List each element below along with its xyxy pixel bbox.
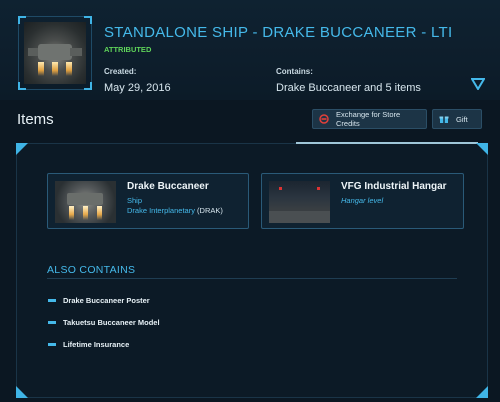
bullet-icon (48, 343, 56, 346)
list-item-label: Drake Buccaneer Poster (63, 296, 150, 305)
pledge-title: STANDALONE SHIP - DRAKE BUCCANEER - LTI (104, 24, 453, 41)
panel-corner (16, 143, 28, 155)
triangle-down-icon[interactable] (471, 78, 485, 90)
item-name: Drake Buccaneer (127, 181, 209, 192)
ship-thumbnail (55, 181, 116, 223)
exchange-label: Exchange for Store Credits (336, 110, 401, 128)
created-value: May 29, 2016 (104, 82, 171, 94)
list-item-label: Takuetsu Buccaneer Model (63, 318, 160, 327)
item-type: Ship (127, 196, 143, 205)
items-heading: Items (17, 111, 54, 128)
gift-button[interactable]: Gift (432, 109, 482, 129)
gift-icon (439, 116, 449, 123)
item-type: Hangar level (341, 196, 384, 205)
item-name: VFG Industrial Hangar (341, 181, 447, 192)
created-label: Created: (104, 67, 137, 76)
item-manufacturer-line: Drake Interplanetary (DRAK) (127, 206, 223, 215)
contains-value: Drake Buccaneer and 5 items (276, 82, 421, 94)
divider (47, 278, 457, 279)
ship-image (24, 22, 86, 84)
list-item: Takuetsu Buccaneer Model (48, 318, 160, 327)
panel-corner (16, 386, 28, 398)
list-item-label: Lifetime Insurance (63, 340, 130, 349)
gift-label: Gift (456, 114, 468, 124)
contains-label: Contains: (276, 67, 313, 76)
item-manufacturer: Drake Interplanetary (127, 206, 195, 215)
panel-accent-line (296, 142, 478, 144)
item-card-ship[interactable]: Drake Buccaneer Ship Drake Interplanetar… (47, 173, 249, 229)
exchange-button[interactable]: Exchange for Store Credits (312, 109, 427, 129)
pledge-thumbnail (18, 16, 92, 90)
attributed-badge: ATTRIBUTED (104, 45, 152, 54)
hangar-thumbnail (269, 181, 330, 223)
item-manufacturer-code: (DRAK) (197, 206, 223, 215)
exchange-icon (319, 114, 329, 124)
panel-corner (476, 143, 488, 155)
item-card-hangar[interactable]: VFG Industrial Hangar Hangar level (261, 173, 464, 229)
bullet-icon (48, 299, 56, 302)
panel-corner (476, 386, 488, 398)
bullet-icon (48, 321, 56, 324)
list-item: Lifetime Insurance (48, 340, 129, 349)
also-contains-heading: ALSO CONTAINS (47, 264, 136, 276)
list-item: Drake Buccaneer Poster (48, 296, 150, 305)
